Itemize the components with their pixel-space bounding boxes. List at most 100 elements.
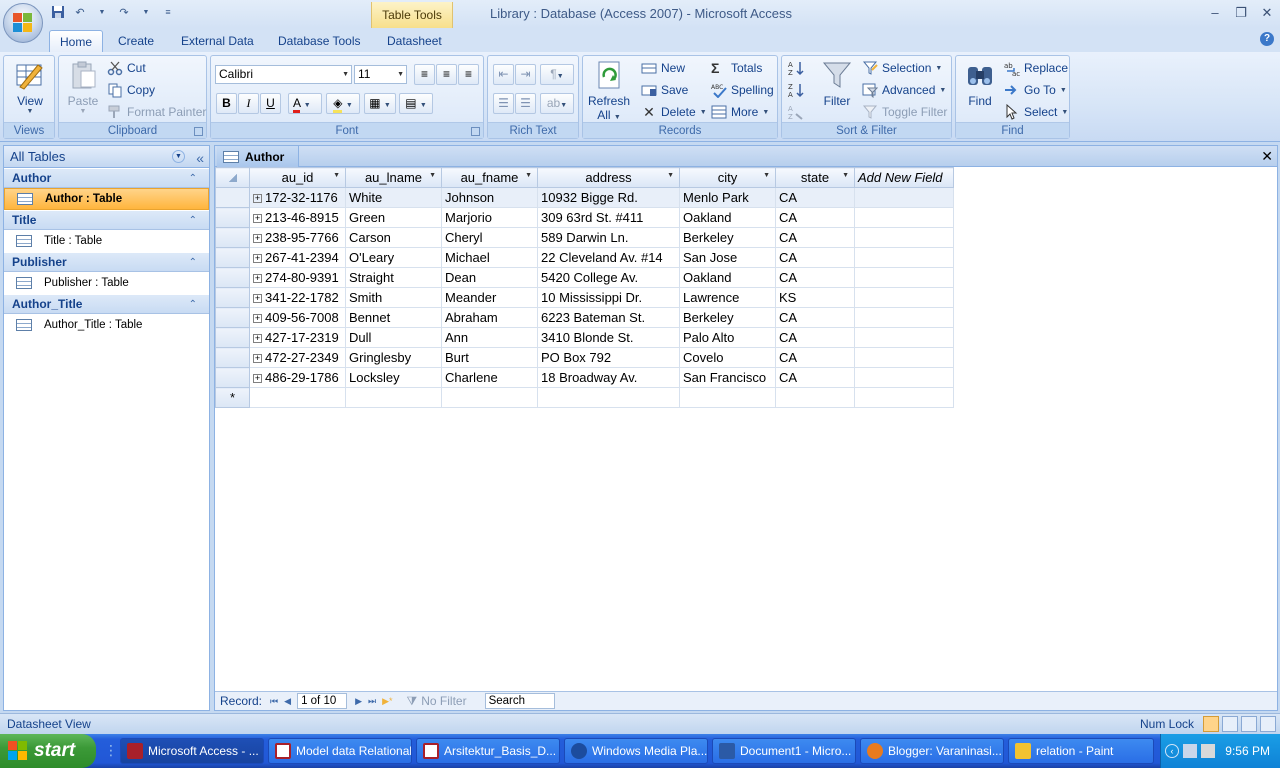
bullets-button[interactable]: ☰: [515, 93, 536, 114]
save-record-button[interactable]: Save: [641, 80, 688, 100]
format-painter-button[interactable]: Format Painter: [107, 102, 206, 122]
table-cell[interactable]: Meander: [441, 287, 538, 308]
table-row[interactable]: +427-17-2319 Dull Ann 3410 Blonde St. Palo A…: [215, 327, 954, 348]
dropdown-arrow-icon[interactable]: ▼: [94, 4, 110, 20]
add-new-field-cell[interactable]: [854, 227, 954, 248]
table-row[interactable]: +172-32-1176 White Johnson 10932 Bigge Rd. M…: [215, 187, 954, 208]
record-selector[interactable]: [215, 327, 250, 348]
goto-button[interactable]: Go To ▼: [1004, 80, 1067, 100]
table-cell[interactable]: Berkeley: [679, 227, 776, 248]
table-cell[interactable]: Straight: [345, 267, 442, 288]
table-row[interactable]: +267-41-2394 O'Leary Michael 22 Cleveland A…: [215, 247, 954, 268]
table-cell[interactable]: Abraham: [441, 307, 538, 328]
table-row[interactable]: +486-29-1786 Locksley Charlene 18 Broadway …: [215, 367, 954, 388]
redo-icon[interactable]: ↷: [116, 4, 132, 20]
paste-button[interactable]: Paste ▼: [64, 59, 102, 115]
totals-button[interactable]: Σ Totals: [711, 58, 762, 78]
close-document-icon[interactable]: ✕: [1261, 148, 1273, 165]
record-selector[interactable]: [215, 207, 250, 228]
chevron-down-icon[interactable]: ▼: [172, 150, 185, 163]
current-record-input[interactable]: 1 of 10: [297, 693, 348, 709]
nav-item-title-table[interactable]: Title : Table: [4, 230, 209, 252]
table-row[interactable]: +341-22-1782 Smith Meander 10 Mississippi D…: [215, 287, 954, 308]
table-cell[interactable]: [345, 387, 442, 408]
nav-item-author-table[interactable]: Author : Table: [4, 188, 209, 210]
table-cell[interactable]: +267-41-2394: [249, 247, 346, 268]
task-microsoft-access[interactable]: Microsoft Access - ...: [120, 738, 264, 764]
pivotchart-view-icon[interactable]: [1241, 716, 1257, 732]
find-button[interactable]: Find: [960, 59, 1000, 108]
help-icon[interactable]: ?: [1260, 32, 1274, 46]
table-cell[interactable]: +172-32-1176: [249, 187, 346, 208]
table-row[interactable]: +472-27-2349 Gringlesby Burt PO Box 792 Cove…: [215, 347, 954, 368]
sort-ascending-button[interactable]: AZ: [788, 58, 804, 78]
collapse-pane-icon[interactable]: «: [196, 147, 204, 169]
table-cell[interactable]: 589 Darwin Ln.: [537, 227, 680, 248]
table-cell[interactable]: Cheryl: [441, 227, 538, 248]
expand-subdatasheet-icon[interactable]: +: [253, 254, 262, 264]
increase-indent-button[interactable]: ⇥: [515, 64, 536, 85]
alternate-fill-button[interactable]: ▤ ▼: [399, 93, 433, 114]
table-cell[interactable]: CA: [775, 367, 855, 388]
column-header-au-lname[interactable]: au_lname ▼: [345, 167, 442, 188]
delete-record-button[interactable]: ✕ Delete ▼: [641, 102, 707, 122]
add-new-field-cell[interactable]: [854, 347, 954, 368]
table-cell[interactable]: 6223 Bateman St.: [537, 307, 680, 328]
nav-group-author-title[interactable]: Author_Title ⌃: [4, 294, 209, 314]
add-new-field-cell[interactable]: [854, 327, 954, 348]
column-header-city[interactable]: city ▼: [679, 167, 776, 188]
table-cell[interactable]: KS: [775, 287, 855, 308]
next-record-icon[interactable]: ▶: [355, 696, 362, 707]
tab-home[interactable]: Home: [49, 30, 104, 52]
table-row[interactable]: +238-95-7766 Carson Cheryl 589 Darwin Ln. Be…: [215, 227, 954, 248]
table-cell[interactable]: O'Leary: [345, 247, 442, 268]
table-row[interactable]: +274-80-9391 Straight Dean 5420 College Av.…: [215, 267, 954, 288]
office-button[interactable]: [3, 3, 43, 43]
tab-datasheet[interactable]: Datasheet: [377, 30, 452, 52]
table-cell[interactable]: Gringlesby: [345, 347, 442, 368]
nav-group-author[interactable]: Author ⌃: [4, 168, 209, 188]
table-cell[interactable]: [537, 387, 680, 408]
select-all-corner[interactable]: [215, 167, 250, 188]
pivottable-view-icon[interactable]: [1222, 716, 1238, 732]
table-cell[interactable]: CA: [775, 227, 855, 248]
expand-subdatasheet-icon[interactable]: +: [253, 374, 262, 384]
record-selector[interactable]: [215, 187, 250, 208]
nav-pane-header[interactable]: All Tables ▼ «: [4, 146, 209, 168]
restore-icon[interactable]: ❐: [1232, 4, 1250, 22]
table-cell[interactable]: 10 Mississippi Dr.: [537, 287, 680, 308]
table-cell[interactable]: Bennet: [345, 307, 442, 328]
clear-sort-button[interactable]: AZ: [788, 102, 804, 122]
table-cell[interactable]: CA: [775, 267, 855, 288]
table-cell[interactable]: Berkeley: [679, 307, 776, 328]
save-icon[interactable]: [50, 4, 66, 20]
table-cell[interactable]: 18 Broadway Av.: [537, 367, 680, 388]
new-record-button[interactable]: New: [641, 58, 685, 78]
table-cell[interactable]: PO Box 792: [537, 347, 680, 368]
table-cell[interactable]: [775, 387, 855, 408]
table-cell[interactable]: Oakland: [679, 267, 776, 288]
refresh-all-button[interactable]: Refresh All ▼: [587, 59, 631, 122]
table-cell[interactable]: Oakland: [679, 207, 776, 228]
table-cell[interactable]: 22 Cleveland Av. #14: [537, 247, 680, 268]
first-record-icon[interactable]: ⏮: [270, 696, 278, 707]
table-row[interactable]: +409-56-7008 Bennet Abraham 6223 Bateman St…: [215, 307, 954, 328]
record-selector[interactable]: [215, 247, 250, 268]
expand-subdatasheet-icon[interactable]: +: [253, 314, 262, 324]
task-blogger[interactable]: Blogger: Varaninasi...: [860, 738, 1004, 764]
expand-subdatasheet-icon[interactable]: +: [253, 334, 262, 344]
table-cell[interactable]: +409-56-7008: [249, 307, 346, 328]
table-cell[interactable]: Smith: [345, 287, 442, 308]
table-row[interactable]: +213-46-8915 Green Marjorio 309 63rd St. #4…: [215, 207, 954, 228]
nav-group-title[interactable]: Title ⌃: [4, 210, 209, 230]
table-cell[interactable]: Green: [345, 207, 442, 228]
task-arsitektur-basis[interactable]: Arsitektur_Basis_D...: [416, 738, 560, 764]
table-cell[interactable]: Menlo Park: [679, 187, 776, 208]
decrease-indent-button[interactable]: ⇤: [493, 64, 514, 85]
task-relation-paint[interactable]: relation - Paint: [1008, 738, 1154, 764]
taskbar-clock[interactable]: 9:56 PM: [1225, 744, 1270, 758]
more-button[interactable]: More ▼: [711, 102, 769, 122]
speaker-icon[interactable]: [1201, 744, 1215, 758]
highlight-button[interactable]: ab▼: [540, 93, 574, 114]
expand-subdatasheet-icon[interactable]: +: [253, 234, 262, 244]
